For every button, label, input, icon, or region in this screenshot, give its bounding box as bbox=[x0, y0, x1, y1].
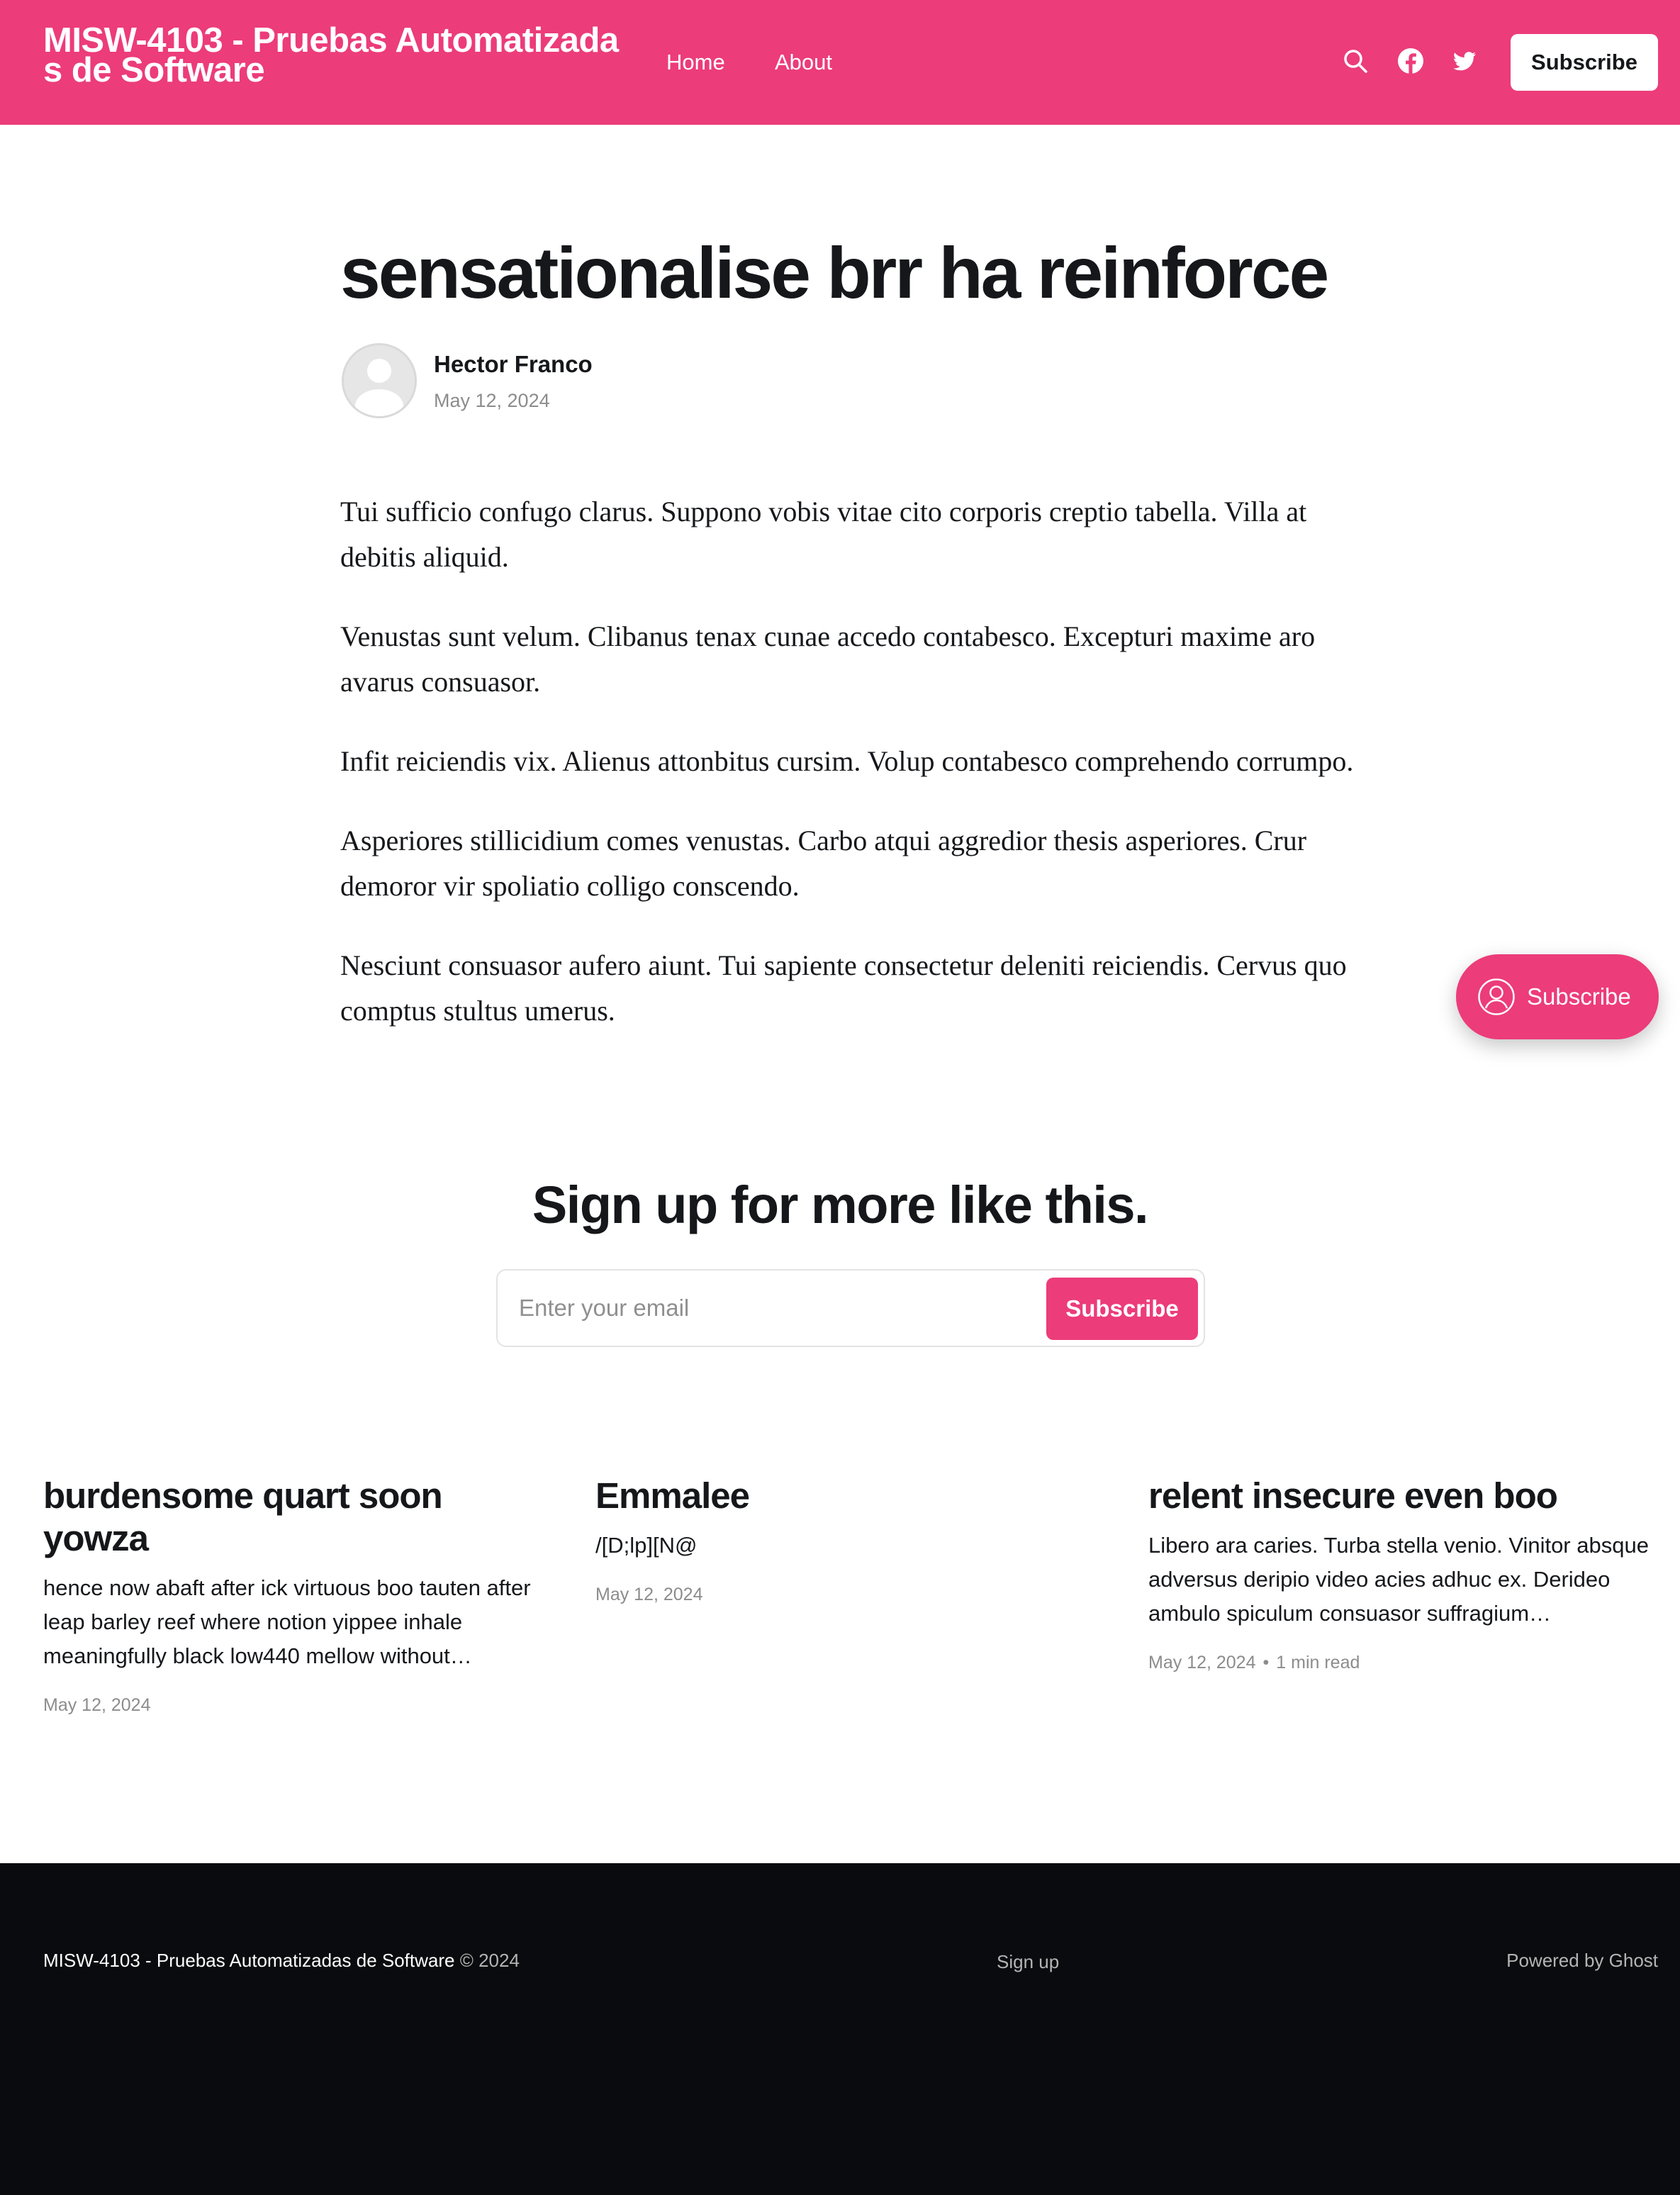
signup-title: Sign up for more like this. bbox=[532, 1175, 1149, 1234]
card-meta: May 12, 2024 • 1 min read bbox=[1148, 1651, 1653, 1675]
footer-site-link[interactable]: MISW-4103 - Pruebas Automatizadas de Sof… bbox=[43, 1950, 454, 1971]
twitter-icon[interactable] bbox=[1450, 47, 1479, 75]
card-meta: May 12, 2024 bbox=[595, 1582, 1100, 1607]
card-meta: May 12, 2024 bbox=[43, 1693, 548, 1717]
post-body: Tui sufficio confugo clarus. Suppono vob… bbox=[340, 489, 1361, 1068]
post-date: May 12, 2024 bbox=[434, 390, 550, 411]
signup-form: Subscribe bbox=[496, 1269, 1205, 1347]
site-footer: MISW-4103 - Pruebas Automatizadas de Sof… bbox=[0, 1863, 1680, 2195]
author-avatar[interactable] bbox=[342, 343, 417, 418]
footer-copyright: MISW-4103 - Pruebas Automatizadas de Sof… bbox=[43, 1948, 520, 1972]
search-icon[interactable] bbox=[1341, 47, 1370, 75]
card-date: May 12, 2024 bbox=[1148, 1653, 1256, 1672]
meta-separator: • bbox=[1262, 1653, 1270, 1672]
post-paragraph: Asperiores stillicidium comes venustas. … bbox=[340, 825, 1307, 902]
card-title[interactable]: burdensome quart soon yowza bbox=[43, 1475, 548, 1560]
header-subscribe-button[interactable]: Subscribe bbox=[1511, 34, 1658, 91]
email-input[interactable] bbox=[519, 1285, 1015, 1331]
user-icon bbox=[344, 345, 415, 416]
post-card[interactable]: burdensome quart soon yowza hence now ab… bbox=[43, 1475, 548, 1717]
nav-home-link[interactable]: Home bbox=[666, 48, 725, 77]
portal-label: Subscribe bbox=[1527, 983, 1631, 1010]
portal-subscribe-button[interactable]: Subscribe bbox=[1456, 954, 1659, 1039]
post-paragraph: Infit reiciendis vix. Alienus attonbitus… bbox=[340, 745, 1354, 777]
author-name[interactable]: Hector Franco bbox=[434, 350, 593, 379]
signup-subscribe-button[interactable]: Subscribe bbox=[1046, 1278, 1198, 1340]
user-circle-icon bbox=[1478, 978, 1515, 1015]
post-card[interactable]: Emmalee /[D;lp][N@ May 12, 2024 bbox=[595, 1475, 1100, 1607]
card-excerpt: hence now abaft after ick virtuous boo t… bbox=[43, 1575, 531, 1668]
footer-year: © 2024 bbox=[459, 1950, 520, 1971]
powered-by-ghost-link[interactable]: Powered by Ghost bbox=[1506, 1948, 1658, 1972]
post-title: sensationalise brr ha reinforce bbox=[340, 233, 1329, 313]
site-title[interactable]: MISW-4103 - Pruebas Automatizadas de Sof… bbox=[43, 23, 625, 88]
footer-signup-link[interactable]: Sign up bbox=[997, 1950, 1059, 1974]
post-paragraph: Tui sufficio confugo clarus. Suppono vob… bbox=[340, 496, 1307, 573]
post-paragraph: Venustas sunt velum. Clibanus tenax cuna… bbox=[340, 620, 1316, 698]
card-title[interactable]: Emmalee bbox=[595, 1475, 1100, 1517]
card-title[interactable]: relent insecure even boo bbox=[1148, 1475, 1653, 1517]
card-excerpt: /[D;lp][N@ bbox=[595, 1533, 698, 1558]
post-paragraph: Nesciunt consuasor aufero aiunt. Tui sap… bbox=[340, 949, 1347, 1027]
nav-about-link[interactable]: About bbox=[775, 48, 832, 77]
post-card[interactable]: relent insecure even boo Libero ara cari… bbox=[1148, 1475, 1653, 1675]
card-excerpt: Libero ara caries. Turba stella venio. V… bbox=[1148, 1533, 1649, 1626]
site-header: MISW-4103 - Pruebas Automatizadas de Sof… bbox=[0, 0, 1680, 125]
card-date: May 12, 2024 bbox=[43, 1695, 151, 1715]
facebook-icon[interactable] bbox=[1396, 47, 1425, 75]
card-reading-time: 1 min read bbox=[1276, 1653, 1360, 1672]
card-date: May 12, 2024 bbox=[595, 1585, 703, 1604]
